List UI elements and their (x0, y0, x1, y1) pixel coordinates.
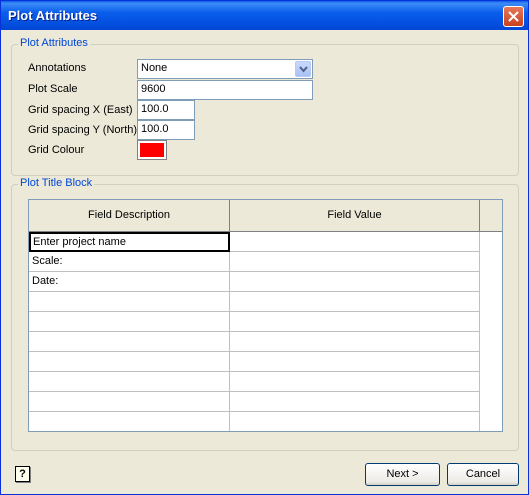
field-value-cell[interactable] (230, 232, 480, 252)
field-description-cell[interactable]: Enter project name (29, 232, 230, 252)
table-row[interactable]: Scale: (29, 252, 480, 272)
table-row[interactable] (29, 412, 480, 431)
field-value-cell[interactable] (230, 372, 480, 392)
close-icon (508, 11, 519, 22)
field-value-cell[interactable] (230, 412, 480, 431)
field-description-cell[interactable] (29, 292, 230, 312)
field-description-cell[interactable] (29, 392, 230, 412)
table-row[interactable] (29, 352, 480, 372)
close-button[interactable] (503, 6, 524, 27)
field-description-cell[interactable] (29, 332, 230, 352)
plot-scale-label: Plot Scale (28, 83, 78, 95)
field-value-cell[interactable] (230, 272, 480, 292)
grid-spacing-x-label: Grid spacing X (East) (28, 104, 133, 116)
grid-colour-picker[interactable] (137, 140, 167, 160)
field-value-cell[interactable] (230, 312, 480, 332)
plot-attributes-dialog: Plot Attributes Plot Attributes Annotati… (0, 0, 529, 495)
field-description-cell[interactable] (29, 312, 230, 332)
field-description-cell[interactable] (29, 352, 230, 372)
field-value-cell[interactable] (230, 392, 480, 412)
plot-title-block-group-label: Plot Title Block (18, 177, 95, 189)
window-title: Plot Attributes (8, 8, 98, 23)
field-value-cell[interactable] (230, 352, 480, 372)
annotations-label: Annotations (28, 62, 87, 74)
table-row[interactable] (29, 392, 480, 412)
grid-colour-label: Grid Colour (28, 144, 85, 156)
plot-attributes-group-label: Plot Attributes (18, 37, 90, 49)
field-description-cell[interactable]: Date: (29, 272, 230, 292)
table-row[interactable] (29, 312, 480, 332)
field-value-cell[interactable] (230, 332, 480, 352)
table-row[interactable]: Date: (29, 272, 480, 292)
help-icon[interactable]: ? (15, 466, 30, 482)
table-row[interactable] (29, 332, 480, 352)
grid-empty-area (480, 232, 502, 431)
column-header-field-description[interactable]: Field Description (29, 200, 230, 231)
cancel-button[interactable]: Cancel (447, 463, 519, 486)
field-description-cell[interactable]: Scale: (29, 252, 230, 272)
field-value-cell[interactable] (230, 292, 480, 312)
table-row[interactable] (29, 372, 480, 392)
dropdown-button[interactable] (295, 61, 311, 77)
field-value-cell[interactable] (230, 252, 480, 272)
grid-colour-swatch (140, 143, 164, 157)
table-row[interactable]: Enter project name (29, 232, 480, 252)
grid-spacing-x-input[interactable]: 100.0 (137, 100, 195, 120)
annotations-dropdown[interactable]: None (137, 59, 313, 79)
grid-spacing-y-label: Grid spacing Y (North) (28, 124, 138, 136)
grid-spacing-y-input[interactable]: 100.0 (137, 120, 195, 140)
plot-scale-input[interactable]: 9600 (137, 80, 313, 100)
column-header-field-value[interactable]: Field Value (230, 200, 480, 231)
table-row[interactable] (29, 292, 480, 312)
title-bar[interactable]: Plot Attributes (1, 1, 528, 30)
field-description-cell[interactable] (29, 372, 230, 392)
title-block-grid: Field Description Field Value Enter proj… (28, 199, 503, 432)
field-description-cell[interactable] (29, 412, 230, 431)
annotations-value: None (141, 62, 168, 74)
chevron-down-icon (299, 66, 308, 73)
grid-header: Field Description Field Value (29, 200, 502, 232)
next-button[interactable]: Next > (365, 463, 440, 486)
